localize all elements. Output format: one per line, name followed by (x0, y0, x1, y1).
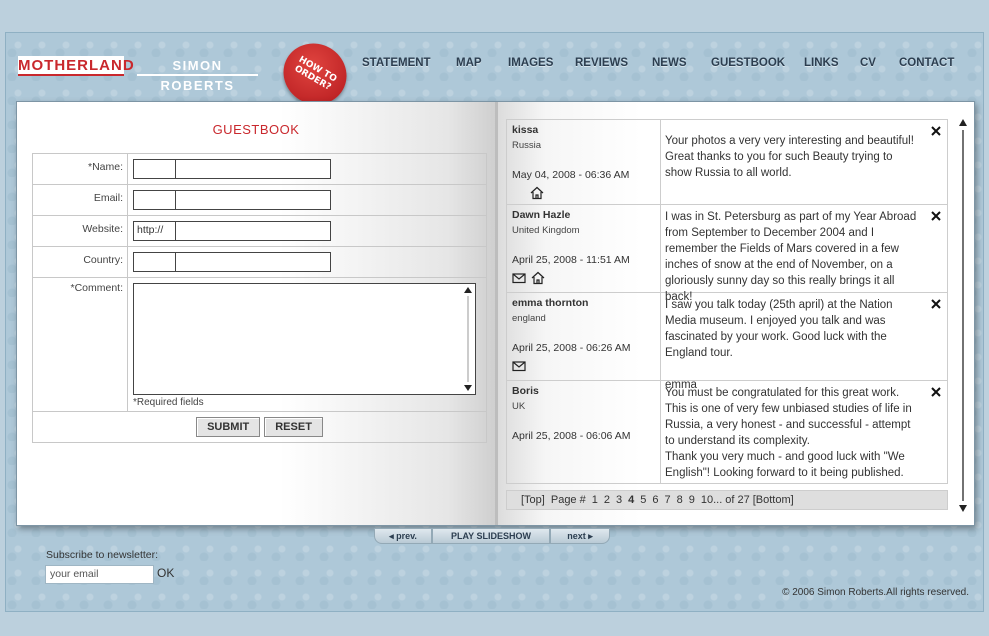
prev-label: prev. (396, 531, 417, 541)
country-field[interactable] (133, 252, 331, 272)
nav-links[interactable]: LINKS (790, 57, 848, 73)
entry-date: April 25, 2008 - 06:06 AM (512, 430, 631, 442)
entry-name: Boris (512, 385, 539, 397)
email-label: Email: (33, 185, 128, 215)
form-buttons: SUBMIT RESET (33, 412, 486, 442)
entry-date: May 04, 2008 - 06:36 AM (512, 169, 630, 181)
website-field[interactable]: http:// (133, 221, 331, 241)
home-icon[interactable] (531, 271, 545, 285)
pager-page-1[interactable]: 1 (592, 491, 598, 509)
entry-country: england (512, 313, 546, 324)
required-note: *Required fields (133, 397, 204, 408)
entry-date: April 25, 2008 - 11:51 AM (512, 254, 630, 266)
nav-images[interactable]: IMAGES (500, 57, 562, 73)
close-icon[interactable] (929, 209, 943, 223)
email-row: Email: (33, 185, 486, 216)
guestbook-book: GUESTBOOK *Name: Email: Website: http://… (16, 101, 975, 526)
entry-date: April 25, 2008 - 06:26 AM (512, 342, 631, 354)
guestbook-entries: kissa Russia May 04, 2008 - 06:36 AM You… (506, 119, 948, 484)
nav-cv[interactable]: CV (848, 57, 886, 73)
entry-country: United Kingdom (512, 225, 580, 236)
entry-message: You must be congratulated for this great… (665, 387, 912, 447)
entry-message: Your photos a very very interesting and … (665, 135, 914, 179)
comment-textarea[interactable] (133, 283, 476, 395)
pager-label: Page # (550, 494, 586, 506)
entry-country: Russia (512, 140, 542, 151)
pager-page-current: 4 (628, 494, 635, 506)
website-label: Website: (33, 216, 128, 246)
pager-page-6[interactable]: 6 (652, 491, 658, 509)
comment-label: *Comment: (33, 278, 128, 411)
pager-page-9[interactable]: 9 (689, 491, 695, 509)
comment-scrollbar[interactable] (463, 286, 473, 392)
entry-message: I was in St. Petersburg as part of my Ye… (665, 211, 917, 303)
nav-news[interactable]: NEWS (638, 57, 696, 73)
newsletter-label: Subscribe to newsletter: (46, 549, 159, 561)
pager-page-5[interactable]: 5 (640, 491, 646, 509)
order-badge-label: HOW TO ORDER? (292, 54, 339, 93)
list-item: Boris UK April 25, 2008 - 06:06 AM You m… (507, 381, 947, 483)
home-icon[interactable] (530, 186, 544, 200)
pager-page-3[interactable]: 3 (616, 491, 622, 509)
next-button[interactable]: next ▸ (550, 528, 610, 544)
guestbook-form: *Name: Email: Website: http:// Country: … (32, 153, 487, 443)
close-icon[interactable] (929, 124, 943, 138)
entry-name: kissa (512, 124, 539, 136)
mail-icon[interactable] (512, 271, 526, 285)
reset-button[interactable]: RESET (264, 417, 323, 437)
entry-message: I saw you talk today (25th april) at the… (665, 299, 893, 359)
pager-page-8[interactable]: 8 (677, 491, 683, 509)
newsletter-email-input[interactable]: your email (45, 565, 154, 584)
pagination: [Top] Page # 1 2 3 4 5 6 7 8 9 10... of … (506, 490, 948, 510)
name-row: *Name: (33, 154, 486, 185)
name-label: *Name: (33, 154, 128, 184)
nav-statement[interactable]: STATEMENT (362, 57, 446, 73)
country-label: Country: (33, 247, 128, 277)
pager-page-2[interactable]: 2 (604, 491, 610, 509)
nav-reviews[interactable]: REVIEWS (562, 57, 638, 73)
entry-name: Dawn Hazle (512, 209, 571, 221)
copyright: © 2006 Simon Roberts.All rights reserved… (782, 587, 969, 598)
main-nav: STATEMENT MAP IMAGES REVIEWS NEWS GUESTB… (362, 57, 958, 73)
email-field[interactable] (133, 190, 331, 210)
entry-country: UK (512, 401, 526, 412)
play-slideshow-button[interactable]: PLAY SLIDESHOW (432, 528, 550, 544)
right-page: kissa Russia May 04, 2008 - 06:36 AM You… (498, 102, 974, 525)
left-page: GUESTBOOK *Name: Email: Website: http://… (17, 102, 495, 525)
entry-name: emma thornton (512, 297, 589, 309)
close-icon[interactable] (929, 297, 943, 311)
nav-guestbook[interactable]: GUESTBOOK (696, 57, 790, 73)
nav-contact[interactable]: CONTACT (886, 57, 958, 73)
submit-button[interactable]: SUBMIT (196, 417, 261, 437)
country-row: Country: (33, 247, 486, 278)
list-item: emma thornton england April 25, 2008 - 0… (507, 293, 947, 391)
nav-map[interactable]: MAP (446, 57, 500, 73)
simon-roberts-logo[interactable]: SIMON ROBERTS (137, 56, 258, 93)
pager-top-link[interactable]: [Top] (521, 491, 545, 509)
comment-row: *Comment: *Required fields (33, 278, 486, 412)
guestbook-title: GUESTBOOK (212, 122, 300, 137)
motherland-logo[interactable]: MOTHERLAND (18, 56, 134, 76)
entries-scrollbar[interactable] (957, 118, 969, 513)
list-item: Dawn Hazle United Kingdom April 25, 2008… (507, 205, 947, 303)
pager-page-10[interactable]: 10... (701, 491, 722, 509)
slideshow-controls: ◂ prev. PLAY SLIDESHOW next ▸ (374, 528, 610, 544)
next-label: next (567, 531, 586, 541)
list-item: kissa Russia May 04, 2008 - 06:36 AM You… (507, 120, 947, 205)
website-prefix: http:// (134, 222, 176, 240)
pager-bottom-link[interactable]: [Bottom] (753, 491, 794, 509)
close-icon[interactable] (929, 385, 943, 399)
name-field[interactable] (133, 159, 331, 179)
pager-page-7[interactable]: 7 (664, 491, 670, 509)
pager-total: of 27 (725, 494, 750, 506)
prev-button[interactable]: ◂ prev. (374, 528, 432, 544)
mail-icon[interactable] (512, 359, 526, 373)
newsletter-ok-button[interactable]: OK (157, 566, 174, 580)
entry-message-continued: Thank you very much - and good luck with… (665, 451, 905, 479)
website-row: Website: http:// (33, 216, 486, 247)
